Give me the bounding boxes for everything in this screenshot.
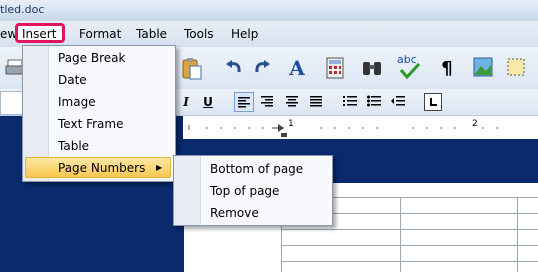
table-gridline bbox=[281, 229, 538, 230]
submenu-arrow-icon: ▶ bbox=[156, 163, 163, 172]
insert-image-icon[interactable] bbox=[472, 56, 494, 78]
menu-gutter bbox=[174, 156, 201, 225]
paste-icon[interactable] bbox=[180, 57, 204, 81]
window-title: tled.doc bbox=[0, 3, 45, 16]
justify-icon[interactable] bbox=[308, 93, 324, 109]
table-gridline bbox=[281, 261, 538, 262]
insert-date[interactable]: Date bbox=[58, 73, 87, 87]
numbered-list-icon[interactable] bbox=[342, 93, 358, 109]
spellcheck-icon[interactable]: abc bbox=[396, 52, 422, 82]
font-color-icon[interactable]: A bbox=[286, 56, 308, 80]
undo-icon[interactable] bbox=[224, 58, 244, 78]
find-binoculars-icon[interactable] bbox=[360, 56, 384, 80]
svg-text:abc: abc bbox=[397, 53, 417, 66]
page-numbers-submenu: Bottom of page Top of page Remove bbox=[173, 155, 333, 226]
table-gridline bbox=[281, 245, 538, 246]
menu-tools[interactable]: Tools bbox=[184, 27, 214, 41]
calculator-icon[interactable] bbox=[324, 56, 346, 80]
insert-text-frame[interactable]: Text Frame bbox=[58, 117, 123, 131]
text-frame-icon[interactable] bbox=[505, 56, 527, 78]
table-gridline bbox=[517, 197, 518, 272]
page-numbers-bottom[interactable]: Bottom of page bbox=[210, 162, 303, 176]
table-gridline bbox=[400, 197, 401, 272]
redo-icon[interactable] bbox=[252, 58, 272, 78]
pilcrow-icon[interactable]: ¶ bbox=[437, 56, 457, 80]
insert-image[interactable]: Image bbox=[58, 95, 96, 109]
insert-table[interactable]: Table bbox=[58, 139, 89, 153]
insert-page-numbers[interactable]: Page Numbers bbox=[58, 161, 145, 175]
menu-format[interactable]: Format bbox=[79, 27, 121, 41]
align-center-icon[interactable] bbox=[284, 93, 300, 109]
menu-insert[interactable]: Insert bbox=[22, 27, 56, 41]
page-numbers-top[interactable]: Top of page bbox=[210, 184, 279, 198]
bullet-list-icon[interactable] bbox=[366, 93, 382, 109]
insert-menu: Page Break Date Image Text Frame Table P… bbox=[22, 45, 176, 182]
insert-page-break[interactable]: Page Break bbox=[58, 51, 125, 65]
ruler-mark-1: 1 bbox=[288, 119, 294, 129]
italic-button[interactable]: I bbox=[180, 94, 192, 110]
page-numbers-remove[interactable]: Remove bbox=[210, 206, 259, 220]
ruler: 1 2 bbox=[183, 115, 538, 141]
underline-button[interactable]: U bbox=[201, 94, 215, 110]
title-bar: tled.doc bbox=[0, 0, 538, 22]
menu-bar: ew Insert Format Table Tools Help bbox=[0, 21, 538, 48]
menu-help[interactable]: Help bbox=[231, 27, 258, 41]
align-left-icon[interactable] bbox=[234, 92, 254, 112]
menu-table[interactable]: Table bbox=[136, 27, 167, 41]
align-right-icon[interactable] bbox=[259, 93, 275, 109]
tab-stop-icon[interactable] bbox=[424, 93, 442, 111]
decrease-indent-icon[interactable] bbox=[390, 93, 406, 109]
ruler-mark-2: 2 bbox=[472, 119, 478, 129]
